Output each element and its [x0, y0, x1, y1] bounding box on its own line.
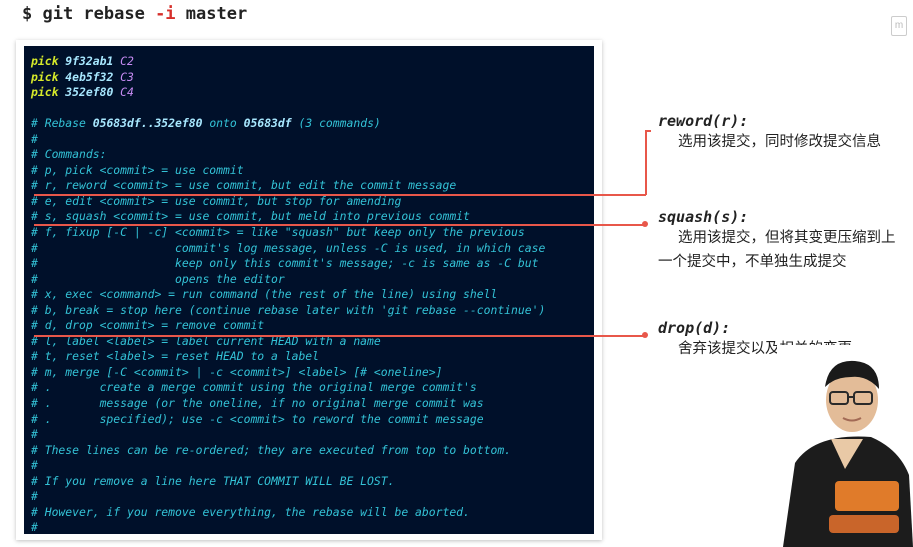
- editor-line: pick 9f32ab1 C2: [31, 54, 545, 70]
- editor-line: #: [31, 520, 545, 534]
- command-suffix: master: [175, 4, 248, 24]
- editor-token: # . specified); use -c <commit> to rewor…: [31, 411, 484, 426]
- editor-line: # However, if you remove everything, the…: [31, 505, 545, 521]
- editor-token: # . message (or the oneline, if no origi…: [31, 396, 484, 411]
- command-line: $ git rebase -i master: [22, 4, 247, 24]
- editor-line: # . create a merge commit using the orig…: [31, 380, 545, 396]
- editor-line: # opens the editor: [31, 272, 545, 288]
- editor-token: # s, squash <commit> = use commit, but m…: [31, 209, 470, 224]
- drop-connector-dot: [642, 332, 648, 338]
- editor-token: 05683df..352ef80: [92, 116, 203, 131]
- reword-title: reword(r):: [658, 112, 749, 130]
- command-prefix: $ git rebase: [22, 4, 156, 24]
- editor-token: pick: [31, 69, 66, 84]
- editor-token: #: [31, 427, 38, 442]
- editor-token: 352ef80: [65, 85, 121, 100]
- editor-token: #: [31, 489, 38, 504]
- editor-token: # t, reset <label> = reset HEAD to a lab…: [31, 349, 320, 364]
- editor-line: # Rebase 05683df..352ef80 onto 05683df (…: [31, 116, 545, 132]
- editor-token: # d, drop <commit> = remove commit: [31, 318, 265, 333]
- reword-description: 选用该提交，同时修改提交信息: [678, 134, 881, 150]
- editor-token: # If you remove a line here THAT COMMIT …: [31, 473, 395, 488]
- reword-connector-top: [645, 130, 651, 132]
- drop-connector: [34, 335, 646, 337]
- editor-line: # s, squash <commit> = use commit, but m…: [31, 209, 545, 225]
- editor-line: #: [31, 427, 545, 443]
- editor-line: # . message (or the oneline, if no origi…: [31, 396, 545, 412]
- editor-line: # Commands:: [31, 147, 545, 163]
- editor-token: (3 commands): [291, 116, 381, 131]
- editor-line: # These lines can be re-ordered; they ar…: [31, 443, 545, 459]
- editor-line: # f, fixup [-C | -c] <commit> = like "sq…: [31, 225, 545, 241]
- editor-token: # b, break = stop here (continue rebase …: [31, 302, 546, 317]
- editor-token: # commit's log message, unless -C is use…: [31, 240, 546, 255]
- editor-token: #: [31, 520, 38, 534]
- editor-line: # x, exec <command> = run command (the r…: [31, 287, 545, 303]
- video-watermark-icon: m: [891, 16, 907, 36]
- squash-connector: [34, 224, 646, 226]
- editor-line: # p, pick <commit> = use commit: [31, 163, 545, 179]
- editor-line: # e, edit <commit> = use commit, but sto…: [31, 194, 545, 210]
- editor-line: #: [31, 132, 545, 148]
- editor-token: #: [31, 131, 38, 146]
- editor-token: C2: [120, 54, 134, 68]
- reword-connector: [34, 194, 646, 196]
- editor-token: 4eb5f32: [65, 69, 121, 84]
- editor-token: # f, fixup [-C | -c] <commit> = like "sq…: [31, 225, 525, 240]
- editor-line: # . specified); use -c <commit> to rewor…: [31, 412, 545, 428]
- editor-line: pick 352ef80 C4: [31, 85, 545, 101]
- editor-token: C4: [120, 85, 134, 100]
- editor-pane: pick 9f32ab1 C2 pick 4eb5f32 C3 pick 352ef…: [24, 46, 594, 534]
- editor-line: # m, merge [-C <commit> | -c <commit>] <…: [31, 365, 545, 381]
- editor-line: #: [31, 458, 545, 474]
- reword-connector-vertical: [645, 130, 647, 195]
- editor-token: # x, exec <command> = run command (the r…: [31, 287, 498, 302]
- editor-line: # keep only this commit's message; -c is…: [31, 256, 545, 272]
- editor-token: # opens the editor: [31, 271, 285, 286]
- editor-token: # m, merge [-C <commit> | -c <commit>] <…: [31, 364, 443, 379]
- squash-connector-dot: [642, 221, 648, 227]
- editor-token: # keep only this commit's message; -c is…: [31, 256, 539, 271]
- editor-token: onto: [202, 116, 244, 131]
- editor-line: # d, drop <commit> = remove commit: [31, 318, 545, 334]
- editor-line: # If you remove a line here THAT COMMIT …: [31, 474, 545, 490]
- editor-token: C3: [120, 69, 134, 84]
- presenter-video: [777, 345, 913, 547]
- squash-title: squash(s):: [658, 208, 749, 226]
- editor-line: # commit's log message, unless -C is use…: [31, 241, 545, 257]
- editor-token: #: [31, 458, 38, 473]
- editor-line: pick 4eb5f32 C3: [31, 70, 545, 86]
- squash-description: 选用该提交，但将其变更压缩到上一个提交中，不单独生成提交: [658, 230, 896, 270]
- terminal-window: pick 9f32ab1 C2 pick 4eb5f32 C3 pick 352ef…: [16, 40, 602, 540]
- drop-title: drop(d):: [658, 319, 731, 337]
- editor-line: # r, reword <commit> = use commit, but e…: [31, 178, 545, 194]
- editor-token: # r, reword <commit> = use commit, but e…: [31, 178, 457, 193]
- editor-token: # These lines can be re-ordered; they ar…: [31, 442, 512, 457]
- editor-token: # e, edit <commit> = use commit, but sto…: [31, 193, 402, 208]
- editor-token: # Rebase: [31, 116, 93, 131]
- editor-token: # p, pick <commit> = use commit: [31, 162, 244, 177]
- editor-token: # However, if you remove everything, the…: [31, 504, 470, 519]
- rebase-todo-text: pick 9f32ab1 C2 pick 4eb5f32 C3 pick 352ef…: [31, 54, 545, 534]
- editor-token: pick: [31, 54, 66, 68]
- editor-token: # . create a merge commit using the orig…: [31, 380, 477, 395]
- editor-line: # b, break = stop here (continue rebase …: [31, 303, 545, 319]
- editor-token: # Commands:: [31, 147, 107, 162]
- editor-token: 9f32ab1: [65, 54, 121, 68]
- editor-token: pick: [31, 85, 66, 100]
- editor-token: 05683df: [243, 116, 292, 131]
- editor-line: #: [31, 489, 545, 505]
- editor-line: # t, reset <label> = reset HEAD to a lab…: [31, 349, 545, 365]
- command-flag: -i: [155, 4, 176, 24]
